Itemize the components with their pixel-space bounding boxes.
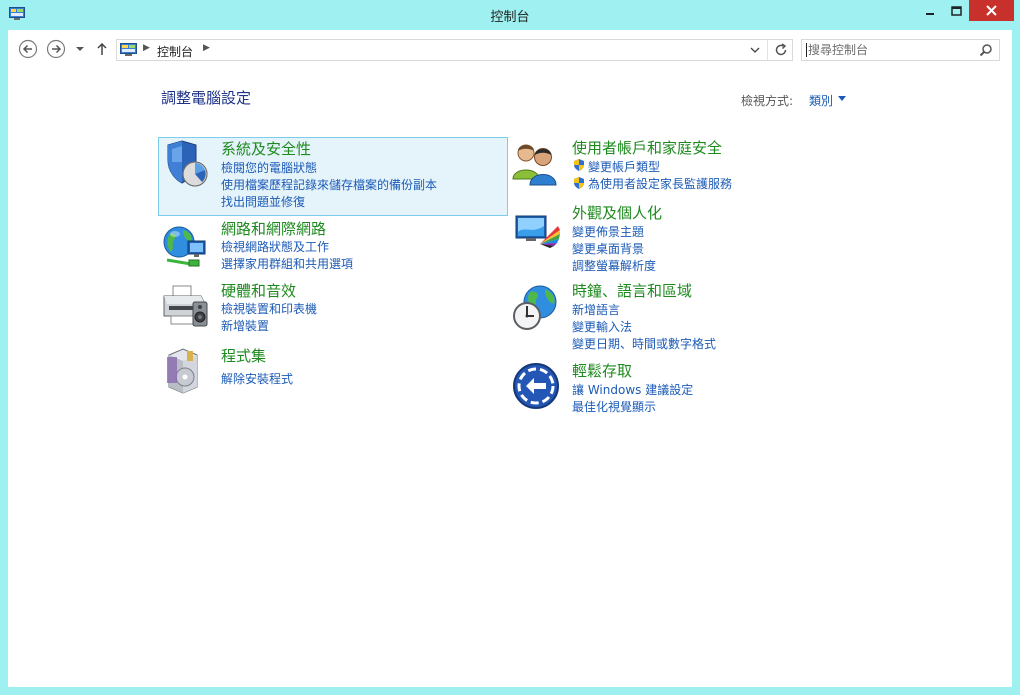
link-change-input-method[interactable]: 變更輸入法 [572,318,632,335]
maximize-icon [950,5,962,16]
minimize-button[interactable] [917,0,943,21]
breadcrumb-separator-icon[interactable]: ▶ [203,43,210,53]
close-icon [986,5,997,16]
client-area: ▶ 控制台 ▶ 調整電腦設定 檢視方式: 類別 [8,30,1012,687]
title-bar[interactable]: 控制台 [0,0,1020,30]
security-shield-icon[interactable] [162,140,210,188]
category-title[interactable]: 硬體和音效 [221,280,296,301]
users-icon[interactable] [512,139,560,187]
network-globe-icon[interactable] [161,222,209,270]
link-file-history-backup[interactable]: 使用檔案歷程記錄來儲存檔案的備份副本 [221,176,437,193]
category-title[interactable]: 輕鬆存取 [572,360,632,381]
link-review-computer-status[interactable]: 檢閱您的電腦狀態 [221,159,317,176]
link-find-and-fix-problems[interactable]: 找出問題並修復 [221,193,305,210]
search-icon[interactable] [977,42,995,58]
close-button[interactable] [969,0,1014,21]
category-title[interactable]: 程式集 [221,345,266,366]
uac-shield-icon [572,158,586,172]
link-uninstall-program[interactable]: 解除安裝程式 [221,370,293,387]
category-title[interactable]: 外觀及個人化 [572,202,662,223]
address-history-button[interactable] [745,40,765,60]
category-clock-language-region[interactable]: 時鐘、語言和區域 新增語言 變更輸入法 變更日期、時間或數字格式 [512,280,872,352]
breadcrumb-control-panel[interactable]: 控制台 [157,43,193,60]
address-bar[interactable]: ▶ 控制台 ▶ [116,39,793,61]
refresh-icon [775,43,786,56]
window-title: 控制台 [490,10,530,25]
recent-locations-button[interactable] [74,39,86,59]
navigation-bar: ▶ 控制台 ▶ [8,30,1012,68]
chevron-down-icon[interactable] [838,96,846,101]
search-input[interactable] [808,41,968,59]
category-title[interactable]: 系統及安全性 [221,138,311,159]
category-system-security[interactable]: 系統及安全性 檢閱您的電腦狀態 使用檔案歷程記錄來儲存檔案的備份副本 找出問題並… [158,137,508,216]
link-adjust-screen-resolution[interactable]: 調整螢幕解析度 [572,257,656,274]
category-hardware-sound[interactable]: 硬體和音效 檢視裝置和印表機 新增裝置 [158,280,508,336]
category-network-internet[interactable]: 網路和網際網路 檢視網路狀態及工作 選擇家用群組和共用選項 [158,218,508,274]
link-change-date-time-number-formats[interactable]: 變更日期、時間或數字格式 [572,335,716,352]
chevron-down-icon [750,47,760,53]
view-by-dropdown[interactable]: 類別 [809,92,833,109]
category-title[interactable]: 網路和網際網路 [221,218,326,239]
page-title: 調整電腦設定 [161,89,252,107]
programs-box-icon[interactable] [163,347,211,395]
category-appearance-personalization[interactable]: 外觀及個人化 變更佈景主題 變更桌面背景 調整螢幕解析度 [512,202,872,274]
display-color-icon[interactable] [514,212,562,260]
link-add-device[interactable]: 新增裝置 [221,317,269,334]
up-arrow-icon [97,42,107,55]
link-homegroup-sharing[interactable]: 選擇家用群組和共用選項 [221,255,353,272]
maximize-button[interactable] [943,0,969,21]
control-panel-window: 控制台 ▶ 控制台 ▶ 搜尋控制台 調整電腦設定 檢視方式: 類別 系統及安全性… [0,0,1020,695]
link-change-desktop-background[interactable]: 變更桌面背景 [572,240,644,257]
link-let-windows-suggest-settings[interactable]: 讓 Windows 建議設定 [572,381,693,398]
ease-of-access-icon[interactable] [512,362,560,410]
view-by-label: 檢視方式: [741,94,794,108]
printer-icon[interactable] [161,282,209,330]
clock-globe-icon[interactable] [512,284,560,332]
category-user-accounts[interactable]: 使用者帳戶和家庭安全 變更帳戶類型 為使用者設定家長監護服務 [512,137,872,197]
back-button[interactable] [18,39,38,59]
control-panel-small-icon [120,43,138,57]
link-change-account-type[interactable]: 變更帳戶類型 [588,158,660,175]
category-ease-of-access[interactable]: 輕鬆存取 讓 Windows 建議設定 最佳化視覺顯示 [512,360,872,416]
link-change-theme[interactable]: 變更佈景主題 [572,223,644,240]
category-title[interactable]: 使用者帳戶和家庭安全 [572,137,722,158]
chevron-down-icon [76,47,84,51]
link-devices-printers[interactable]: 檢視裝置和印表機 [221,300,317,317]
forward-arrow-icon [46,39,66,59]
category-programs[interactable]: 程式集 解除安裝程式 [158,345,508,395]
back-arrow-icon [18,39,38,59]
link-add-language[interactable]: 新增語言 [572,301,620,318]
minimize-icon [926,12,934,15]
link-view-network-status[interactable]: 檢視網路狀態及工作 [221,238,329,255]
search-box[interactable] [801,39,1000,61]
link-family-safety[interactable]: 為使用者設定家長監護服務 [588,175,732,192]
refresh-button[interactable] [769,40,792,60]
up-button[interactable] [94,39,110,59]
category-title[interactable]: 時鐘、語言和區域 [572,280,692,301]
uac-shield-icon [572,176,586,190]
text-cursor [806,43,807,57]
forward-button[interactable] [46,39,66,59]
link-optimize-visual-display[interactable]: 最佳化視覺顯示 [572,398,656,415]
address-divider [767,40,768,60]
breadcrumb-separator-icon[interactable]: ▶ [143,43,150,53]
